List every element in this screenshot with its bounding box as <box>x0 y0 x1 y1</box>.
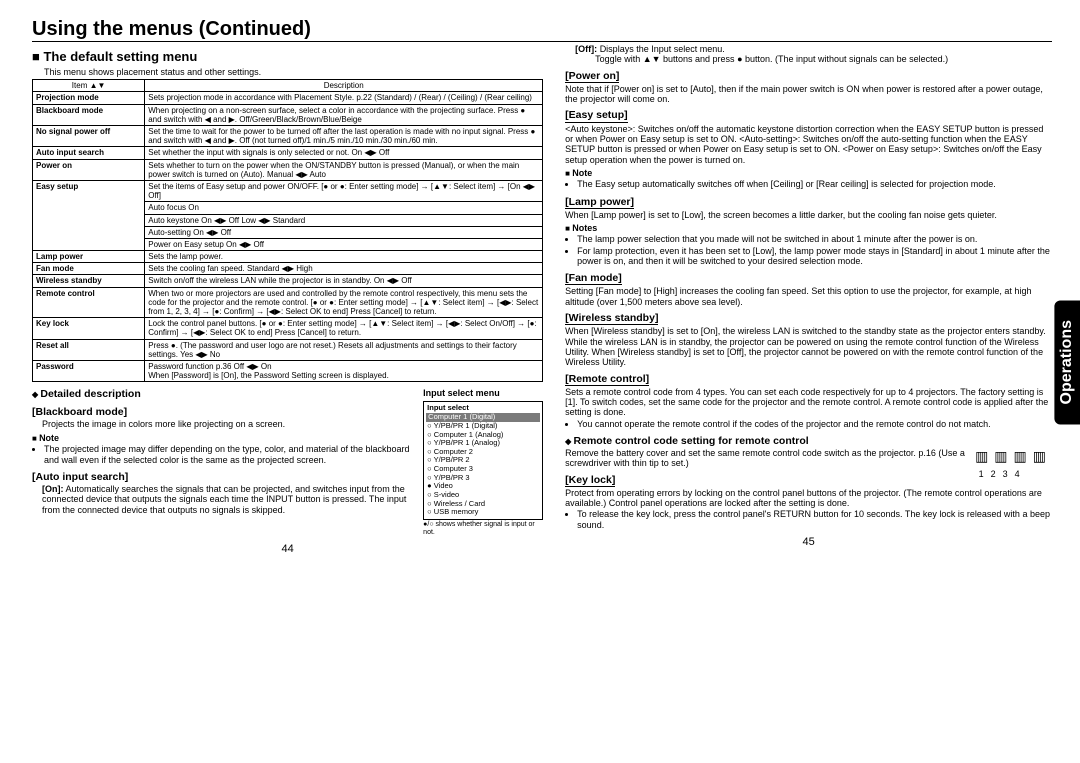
keylock-text: Protect from operating errors by locking… <box>565 488 1052 509</box>
th-desc: Description <box>145 80 543 92</box>
row-wireless-item: Wireless standby <box>33 275 145 287</box>
row-projection-desc: Sets projection mode in accordance with … <box>145 92 543 104</box>
dip-switch-icon: ▥▥▥▥1234 <box>975 448 1052 480</box>
detailed-description-h: Detailed description <box>32 388 415 400</box>
row-nosignal-item: No signal power off <box>33 126 145 147</box>
note-heading-2: Note <box>565 168 1052 178</box>
poweron-heading: [Power on] <box>565 70 619 83</box>
row-remote-item: Remote control <box>33 287 145 318</box>
row-remote-desc: When two or more projectors are used and… <box>145 287 543 318</box>
row-fan-item: Fan mode <box>33 263 145 275</box>
row-wireless-desc: Switch on/off the wireless LAN while the… <box>145 275 543 287</box>
remotecontrol-heading: [Remote control] <box>565 373 649 386</box>
row-easysetup-item: Easy setup <box>33 180 145 250</box>
inputmenu-title: Input select menu <box>423 388 543 398</box>
row-fan-desc: Sets the cooling fan speed. Standard ◀▶ … <box>145 263 543 275</box>
remotecontrol-note: You cannot operate the remote control if… <box>577 419 1052 429</box>
row-password-item: Password <box>33 360 145 381</box>
row-reset-desc: Press ●. (The password and user logo are… <box>145 339 543 360</box>
ais-on-text: Automatically searches the signals that … <box>42 484 406 515</box>
row-autosetting: Auto-setting On ◀▶ Off <box>145 226 543 238</box>
row-keylock-item: Key lock <box>33 318 145 339</box>
row-autofocus: Auto focus On <box>145 202 543 214</box>
input-select-box: Input select Computer 1 (Digital) ○ Y/PB… <box>423 401 543 520</box>
ais-off-label: [Off]: <box>575 44 597 54</box>
intro-text: This menu shows placement status and oth… <box>44 67 543 77</box>
row-reset-item: Reset all <box>33 339 145 360</box>
row-keylock-desc: Lock the control panel buttons. [● or ●:… <box>145 318 543 339</box>
note-heading: Note <box>32 433 415 443</box>
rc-code-setting-heading: Remote control code setting for remote c… <box>565 435 1052 447</box>
settings-table: Item ▲▼Description Projection modeSets p… <box>32 79 543 382</box>
autoinputsearch-heading: [Auto input search] <box>32 471 415 483</box>
wireless-heading: [Wireless standby] <box>565 312 658 325</box>
ais-off-text: Displays the Input select menu. <box>600 44 725 54</box>
keylock-note: To release the key lock, press the contr… <box>577 509 1052 530</box>
row-autoinput-desc: Set whether the input with signals is on… <box>145 147 543 159</box>
remotecontrol-text: Sets a remote control code from 4 types.… <box>565 387 1052 418</box>
lamp-note-2: For lamp protection, even it has been se… <box>577 246 1052 267</box>
blackboard-heading: [Blackboard mode] <box>32 406 415 418</box>
easysetup-heading: [Easy setup] <box>565 109 627 122</box>
fanmode-text: Setting [Fan mode] to [High] increases t… <box>565 286 1052 307</box>
row-lamp-desc: Sets the lamp power. <box>145 251 543 263</box>
row-password-desc: Password function p.36 Off ◀▶ On When [P… <box>145 360 543 381</box>
row-poweroneasy: Power on Easy setup On ◀▶ Off <box>145 238 543 250</box>
th-item: Item ▲▼ <box>33 80 145 92</box>
lamp-note-1: The lamp power selection that you made w… <box>577 234 1052 244</box>
inputbox-header: Input select <box>426 404 540 413</box>
row-poweron-desc: Sets whether to turn on the power when t… <box>145 159 543 180</box>
row-poweron-item: Power on <box>33 159 145 180</box>
blackboard-text: Projects the image in colors more like p… <box>42 419 415 429</box>
ais-on-label: [On]: <box>42 484 64 494</box>
page-title: Using the menus (Continued) <box>32 18 1052 42</box>
section-heading: The default setting menu <box>32 50 543 65</box>
lamppower-text: When [Lamp power] is set to [Low], the s… <box>565 210 1052 220</box>
easysetup-note: The Easy setup automatically switches of… <box>577 179 1052 189</box>
fanmode-heading: [Fan mode] <box>565 272 622 285</box>
page-number-left: 44 <box>32 543 543 556</box>
row-autokeystone: Auto keystone On ◀▶ Off Low ◀▶ Standard <box>145 214 543 226</box>
wireless-text: When [Wireless standby] is set to [On], … <box>565 326 1052 367</box>
side-tab-operations: Operations <box>1054 300 1080 424</box>
page-number-right: 45 <box>565 536 1052 549</box>
notes-heading: Notes <box>565 223 1052 233</box>
row-blackboard-desc: When projecting on a non-screen surface,… <box>145 104 543 125</box>
inputbox-footnote: ●/○ shows whether signal is input or not… <box>423 521 543 537</box>
easysetup-text: <Auto keystone>: Switches on/off the aut… <box>565 124 1052 165</box>
keylock-heading: [Key lock] <box>565 474 615 487</box>
poweron-text: Note that if [Power on] is set to [Auto]… <box>565 84 1052 105</box>
row-blackboard-item: Blackboard mode <box>33 104 145 125</box>
input-item-11: ○ USB memory <box>426 508 540 517</box>
row-projection-item: Projection mode <box>33 92 145 104</box>
row-autoinput-item: Auto input search <box>33 147 145 159</box>
blackboard-note: The projected image may differ depending… <box>44 444 415 465</box>
ais-toggle-text: Toggle with ▲▼ buttons and press ● butto… <box>595 54 1052 64</box>
row-nosignal-desc: Set the time to wait for the power to be… <box>145 126 543 147</box>
row-lamp-item: Lamp power <box>33 251 145 263</box>
lamppower-heading: [Lamp power] <box>565 196 634 209</box>
row-easysetup-desc: Set the items of Easy setup and power ON… <box>145 180 543 201</box>
